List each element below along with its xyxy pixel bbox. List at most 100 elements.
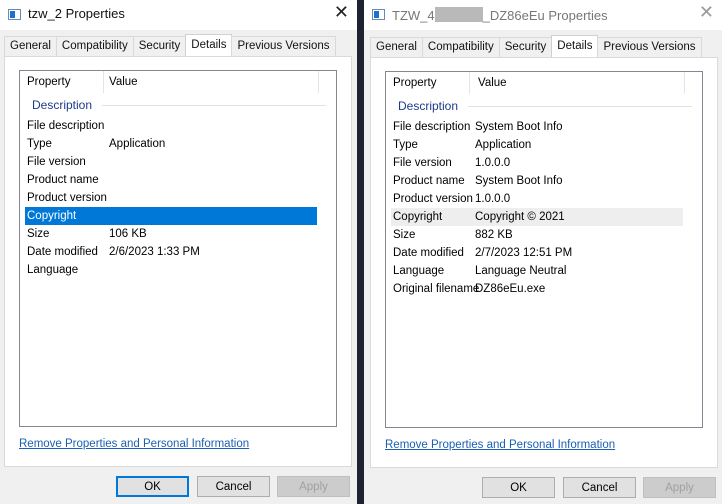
tab-general[interactable]: General [4, 36, 57, 56]
tab-details[interactable]: Details [551, 35, 599, 57]
property-name: Language [393, 265, 445, 277]
title-bar: tzw_2 Properties ✕ [0, 0, 357, 30]
property-name: File version [393, 157, 452, 169]
column-value[interactable]: Value [478, 77, 507, 89]
title-bar: TZW_4 _DZ86eEu Properties ✕ [364, 0, 722, 30]
property-name: Type [393, 139, 418, 151]
tab-compatibility[interactable]: Compatibility [421, 37, 500, 57]
property-row[interactable]: Language [25, 261, 317, 279]
tab-general[interactable]: General [370, 37, 423, 57]
property-row[interactable]: Product version 1.0.0.0 [391, 190, 683, 208]
property-row[interactable]: Copyright [25, 207, 317, 225]
list-header: Property Value [20, 71, 336, 93]
window-title: TZW_4 _DZ86eEu Properties [392, 7, 608, 23]
tab-security[interactable]: Security [498, 37, 553, 57]
property-name: Type [27, 138, 52, 150]
details-panel: Property Value Description File descript… [4, 56, 352, 467]
close-icon[interactable]: ✕ [699, 2, 714, 23]
property-value: 1.0.0.0 [475, 193, 511, 205]
property-row[interactable]: Date modified 2/6/2023 1:33 PM [25, 243, 317, 261]
group-description: Description [32, 98, 93, 112]
property-value: 1.0.0.0 [475, 157, 511, 169]
apply-button[interactable]: Apply [643, 477, 716, 498]
close-icon[interactable]: ✕ [334, 2, 349, 23]
apply-button[interactable]: Apply [277, 476, 350, 497]
property-value: 2/7/2023 12:51 PM [475, 247, 573, 259]
property-row[interactable]: Original filename DZ86eEu.exe [391, 280, 683, 298]
column-divider[interactable] [318, 71, 319, 93]
column-property[interactable]: Property [393, 77, 436, 89]
remove-properties-link[interactable]: Remove Properties and Personal Informati… [19, 438, 249, 450]
property-value: System Boot Info [475, 121, 563, 133]
property-row[interactable]: File version 1.0.0.0 [391, 154, 683, 172]
property-name: Language [27, 264, 79, 276]
group-divider [102, 105, 326, 106]
property-value: 882 KB [475, 229, 513, 241]
tab-strip: General Compatibility Security Details Previ… [370, 35, 702, 57]
property-value: DZ86eEu.exe [475, 283, 546, 295]
property-name: Product version [27, 192, 107, 204]
details-list[interactable]: Property Value Description File descript… [385, 71, 703, 428]
window-title: tzw_2 Properties [28, 6, 125, 21]
details-list[interactable]: Property Value Description File descript… [19, 70, 337, 427]
ok-button[interactable]: OK [482, 477, 555, 498]
title-prefix: TZW_4 [392, 8, 435, 23]
cancel-button[interactable]: Cancel [197, 476, 270, 497]
column-divider[interactable] [103, 71, 104, 93]
property-row[interactable]: File version [25, 153, 317, 171]
property-row[interactable]: Product name System Boot Info [391, 172, 683, 190]
column-value[interactable]: Value [109, 76, 138, 88]
column-divider[interactable] [469, 72, 470, 94]
property-row[interactable]: Type Application [391, 136, 683, 154]
redaction [434, 7, 483, 22]
property-name: File description [393, 121, 471, 133]
tab-details[interactable]: Details [185, 34, 233, 56]
property-name: Copyright [27, 210, 77, 222]
tab-strip: General Compatibility Security Details Previ… [4, 34, 336, 56]
group-description: Description [398, 99, 459, 113]
property-name: Product name [27, 174, 99, 186]
property-value: 106 KB [109, 228, 147, 240]
tab-previous-versions[interactable]: Previous Versions [597, 37, 702, 57]
property-row[interactable]: Product version [25, 189, 317, 207]
remove-properties-link[interactable]: Remove Properties and Personal Informati… [385, 439, 615, 451]
tab-compatibility[interactable]: Compatibility [55, 36, 134, 56]
group-divider [468, 106, 692, 107]
property-row[interactable]: Size 106 KB [25, 225, 317, 243]
property-name: Product version [393, 193, 473, 205]
right-properties-window: TZW_4 _DZ86eEu Properties ✕ General Compat… [364, 0, 722, 504]
cancel-button[interactable]: Cancel [563, 477, 636, 498]
tab-security[interactable]: Security [132, 36, 187, 56]
property-row[interactable]: Size 882 KB [391, 226, 683, 244]
property-name: File description [27, 120, 105, 132]
property-row[interactable]: File description [25, 117, 317, 135]
property-value: Copyright © 2021 [475, 211, 565, 223]
window-icon [372, 9, 385, 20]
left-properties-window: tzw_2 Properties ✕ General Compatibility S… [0, 0, 357, 504]
tab-previous-versions[interactable]: Previous Versions [231, 36, 336, 56]
property-name: File version [27, 156, 86, 168]
column-property[interactable]: Property [27, 76, 70, 88]
property-name: Date modified [393, 247, 464, 259]
property-name: Size [393, 229, 416, 241]
title-suffix: _DZ86eEu Properties [482, 8, 608, 23]
property-name: Size [27, 228, 50, 240]
property-value: Application [475, 139, 532, 151]
property-row[interactable]: File description System Boot Info [391, 118, 683, 136]
property-name: Product name [393, 175, 465, 187]
property-row[interactable]: Date modified 2/7/2023 12:51 PM [391, 244, 683, 262]
ok-button[interactable]: OK [116, 476, 189, 497]
property-name: Copyright [393, 211, 443, 223]
property-row[interactable]: Language Language Neutral [391, 262, 683, 280]
property-value: Application [109, 138, 166, 150]
property-value: Language Neutral [475, 265, 567, 277]
list-header: Property Value [386, 72, 702, 94]
property-row[interactable]: Product name [25, 171, 317, 189]
column-divider[interactable] [684, 72, 685, 94]
details-panel: Property Value Description File descript… [370, 57, 718, 468]
property-row[interactable]: Type Application [25, 135, 317, 153]
property-value: System Boot Info [475, 175, 563, 187]
property-name: Original filename [393, 283, 480, 295]
window-icon [8, 9, 21, 20]
property-row[interactable]: Copyright Copyright © 2021 [391, 208, 683, 226]
